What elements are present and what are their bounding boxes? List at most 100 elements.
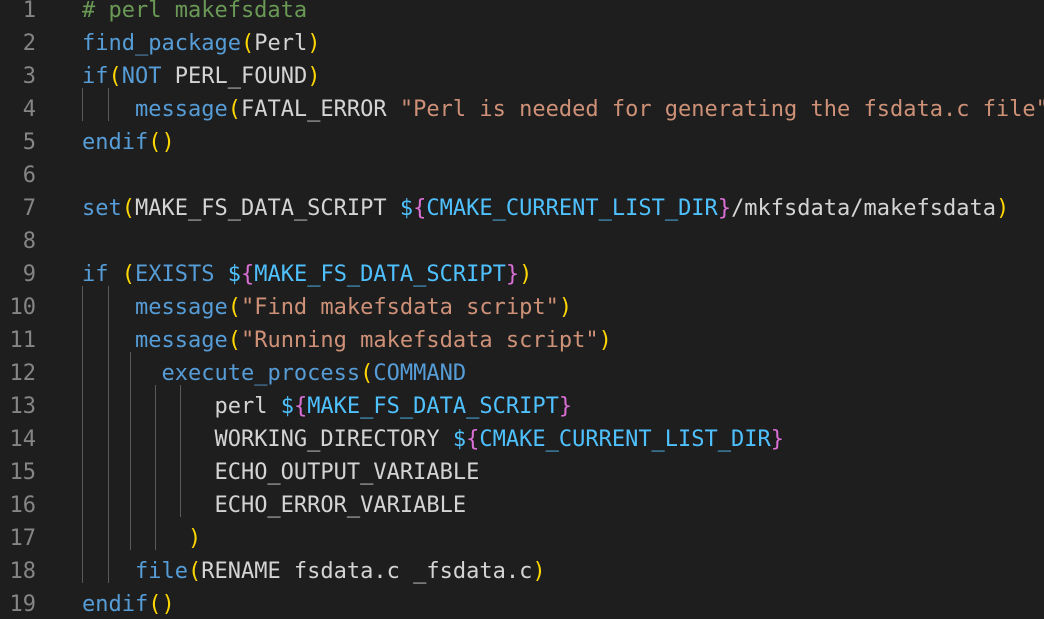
line-number: 9 (22, 262, 36, 287)
code-token: } (717, 196, 732, 221)
line-number: 19 (9, 592, 37, 617)
line-number: 8 (22, 229, 36, 254)
code-token: } (505, 262, 520, 287)
code-token: $ (227, 262, 241, 287)
code-line[interactable]: 13 perl ${MAKE_FS_DATA_SCRIPT} (0, 390, 1044, 423)
code-token: "Perl is needed for generating the fsdat… (399, 97, 1044, 122)
code-token: "Find makefsdata script" (240, 295, 559, 320)
code-text: # perl makefsdata (82, 0, 307, 27)
code-token: ( (121, 262, 135, 287)
line-number: 16 (9, 493, 37, 518)
code-token: { (293, 394, 308, 419)
code-line[interactable]: 10 message("Find makefsdata script") (0, 291, 1044, 324)
code-editor[interactable]: 1 # perl makefsdata 2 find_package(Perl) 3 if… (0, 0, 1044, 619)
code-line[interactable]: 5 endif() (0, 126, 1044, 159)
code-token: ( (227, 328, 241, 353)
code-text: if (EXISTS ${MAKE_FS_DATA_SCRIPT}) (82, 258, 532, 291)
code-line[interactable]: 16 ECHO_ERROR_VARIABLE (0, 489, 1044, 522)
code-text: set(MAKE_FS_DATA_SCRIPT ${CMAKE_CURRENT_… (82, 192, 1009, 225)
code-token: CMAKE_CURRENT_LIST_DIR (479, 427, 771, 452)
indent-guide (155, 385, 156, 550)
code-token: ( (121, 196, 135, 221)
indent-guide (130, 352, 131, 550)
code-token: ( (227, 295, 241, 320)
line-number: 15 (9, 460, 37, 485)
line-number: 10 (9, 295, 37, 320)
code-line[interactable]: 11 message("Running makefsdata script") (0, 324, 1044, 357)
code-text: WORKING_DIRECTORY ${CMAKE_CURRENT_LIST_D… (82, 423, 784, 456)
line-number: 11 (9, 328, 37, 353)
code-token: () (148, 130, 175, 155)
code-line[interactable]: 7 set(MAKE_FS_DATA_SCRIPT ${CMAKE_CURRENT… (0, 192, 1044, 225)
code-token: EXISTS (135, 262, 228, 287)
code-token: FATAL_ERROR (240, 97, 400, 122)
code-token: # perl makefsdata (82, 0, 308, 23)
code-text: file(RENAME fsdata.c _fsdata.c) (82, 555, 546, 588)
code-line[interactable]: 12 execute_process(COMMAND (0, 357, 1044, 390)
code-line[interactable]: 9 if (EXISTS ${MAKE_FS_DATA_SCRIPT}) (0, 258, 1044, 291)
code-token: PERL_FOUND (161, 64, 308, 89)
line-number: 5 (22, 130, 36, 155)
line-number: 14 (9, 427, 37, 452)
code-line[interactable]: 19 endif() (0, 588, 1044, 619)
indent-guide (108, 88, 109, 121)
code-token: $ (280, 394, 294, 419)
code-token: set (82, 196, 122, 221)
code-token: find_package (82, 31, 241, 56)
code-text: ECHO_OUTPUT_VARIABLE (82, 456, 479, 489)
code-token: { (466, 427, 480, 452)
code-token: if (82, 262, 109, 287)
code-text: find_package(Perl) (82, 27, 320, 60)
code-line[interactable]: 6 (0, 159, 1044, 192)
code-line[interactable]: 18 file(RENAME fsdata.c _fsdata.c) (0, 555, 1044, 588)
code-line[interactable]: 2 find_package(Perl) (0, 27, 1044, 60)
code-token: { (240, 262, 255, 287)
code-token: () (148, 592, 175, 617)
code-token: } (558, 394, 573, 419)
code-line[interactable]: 17 ) (0, 522, 1044, 555)
code-line[interactable]: 14 WORKING_DIRECTORY ${CMAKE_CURRENT_LIS… (0, 423, 1044, 456)
code-text: message("Find makefsdata script") (82, 291, 572, 324)
line-number: 13 (9, 394, 37, 419)
code-token: ) (532, 559, 546, 584)
code-token: ( (187, 559, 202, 584)
indent-guide (108, 286, 109, 583)
line-number: 12 (9, 361, 37, 386)
code-text: endif() (82, 588, 175, 619)
code-token: message (134, 97, 228, 122)
code-token: $ (452, 427, 467, 452)
code-token: "Running makefsdata script" (240, 328, 599, 353)
code-text: ECHO_ERROR_VARIABLE (82, 489, 466, 522)
indent-guide (180, 385, 181, 517)
line-number: 17 (9, 526, 37, 551)
code-token: WORKING_DIRECTORY (214, 427, 453, 452)
code-token: CMAKE_CURRENT_LIST_DIR (426, 196, 718, 221)
code-token: endif (82, 130, 149, 155)
code-token: ) (307, 64, 321, 89)
code-line[interactable]: 4 message(FATAL_ERROR "Perl is needed fo… (0, 93, 1044, 126)
line-number: 4 (22, 97, 36, 122)
code-text: execute_process(COMMAND (82, 357, 466, 390)
code-token: ( (360, 361, 374, 386)
code-token: ) (519, 262, 533, 287)
code-token: message (134, 295, 228, 320)
code-line[interactable]: 1 # perl makefsdata (0, 0, 1044, 27)
code-token: ECHO_OUTPUT_VARIABLE (214, 460, 480, 485)
line-number: 18 (9, 559, 37, 584)
code-line[interactable]: 3 if(NOT PERL_FOUND) (0, 60, 1044, 93)
code-token: /mkfsdata/makefsdata (731, 196, 996, 221)
code-line[interactable]: 8 (0, 225, 1044, 258)
code-line[interactable]: 15 ECHO_OUTPUT_VARIABLE (0, 456, 1044, 489)
code-token: ) (598, 328, 612, 353)
code-token: if (82, 64, 109, 89)
code-token: NOT (121, 64, 162, 89)
code-token: MAKE_FS_DATA_SCRIPT (307, 394, 559, 419)
code-token: MAKE_FS_DATA_SCRIPT (135, 196, 400, 221)
code-token: ) (995, 196, 1010, 221)
code-token: COMMAND (373, 361, 467, 386)
